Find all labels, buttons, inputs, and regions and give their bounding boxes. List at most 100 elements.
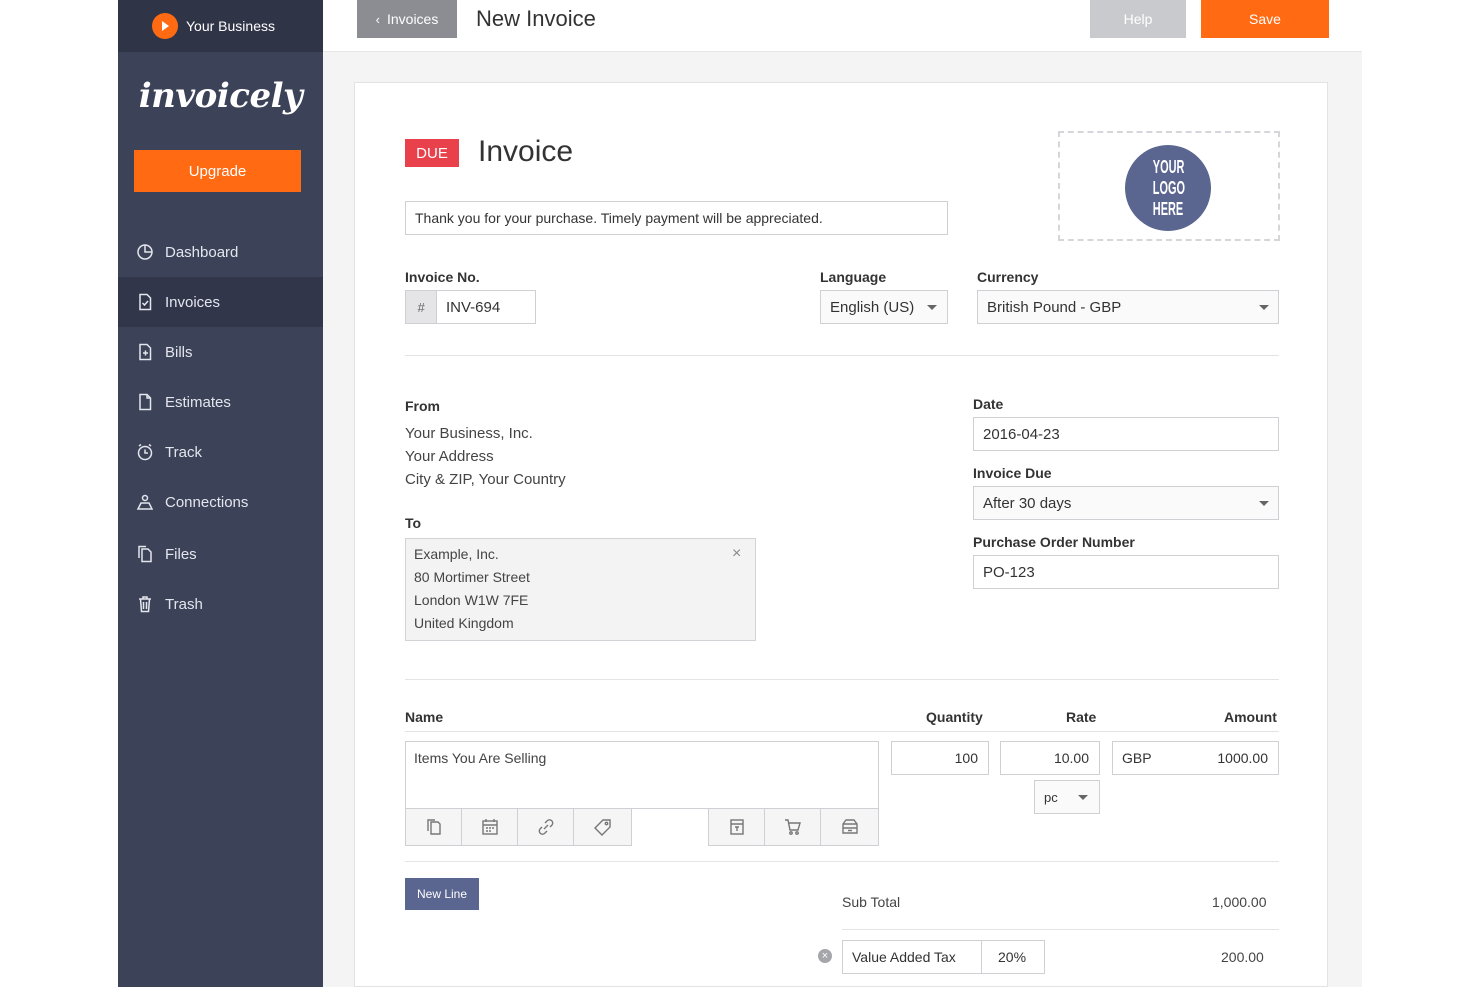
- save-button[interactable]: Save: [1201, 0, 1329, 38]
- language-label: Language: [820, 269, 887, 285]
- link-icon: [538, 819, 553, 835]
- bill-icon: [139, 343, 152, 361]
- files-icon: [138, 545, 152, 563]
- logo-upload-area[interactable]: YOUR LOGO HERE: [1058, 131, 1280, 241]
- sidebar-item-label: Bills: [165, 343, 193, 361]
- item-cart-button[interactable]: [764, 808, 821, 846]
- sidebar-item-connections[interactable]: Connections: [118, 477, 323, 527]
- top-bar: ‹ Invoices New Invoice Help Save: [323, 0, 1362, 52]
- from-line: City & ZIP, Your Country: [405, 471, 566, 488]
- item-tag-button[interactable]: [573, 808, 632, 846]
- trash-icon: [139, 596, 151, 613]
- brand-logo: invoicely: [138, 76, 303, 116]
- clock-icon: [137, 443, 153, 461]
- language-value: English (US): [830, 298, 915, 316]
- from-label: From: [405, 398, 440, 414]
- tax-amount-value: 200.00: [1221, 949, 1264, 965]
- from-line: Your Address: [405, 448, 494, 465]
- item-inventory-button[interactable]: [820, 808, 879, 846]
- sidebar-item-files[interactable]: Files: [118, 529, 323, 579]
- logo-placeholder-line: HERE: [1152, 198, 1184, 219]
- chevron-down-icon: [927, 305, 937, 310]
- sidebar-item-label: Dashboard: [165, 243, 239, 261]
- sidebar-item-track[interactable]: Track: [118, 427, 323, 477]
- sidebar-item-bills[interactable]: Bills: [118, 327, 323, 377]
- tax-rate-input[interactable]: 20%: [981, 940, 1045, 974]
- to-label: To: [405, 515, 422, 531]
- help-button[interactable]: Help: [1090, 0, 1186, 38]
- logo-placeholder: YOUR LOGO HERE: [1125, 145, 1211, 231]
- invoice-icon: [139, 293, 152, 311]
- to-line: Example, Inc.: [414, 546, 499, 562]
- currency-label: Currency: [977, 269, 1039, 285]
- chevron-down-icon: [1078, 795, 1088, 800]
- remove-tax-icon[interactable]: ×: [818, 949, 832, 963]
- app-window: Your Business invoicely Upgrade Dashboar…: [118, 0, 1362, 987]
- subtotal-label: Sub Total: [842, 894, 901, 910]
- archive-icon: [729, 819, 744, 835]
- client-address-box[interactable]: Example, Inc. 80 Mortimer Street London …: [405, 538, 756, 641]
- hash-prefix: #: [405, 290, 437, 324]
- cart-icon: [784, 819, 801, 835]
- sidebar-item-label: Track: [165, 443, 202, 461]
- tag-icon: [593, 819, 611, 836]
- item-archive-button[interactable]: [708, 808, 765, 846]
- rate-input[interactable]: 10.00: [1000, 741, 1100, 775]
- back-button-label: Invoices: [386, 11, 439, 27]
- item-copy-button[interactable]: [405, 808, 462, 846]
- divider: [405, 355, 1279, 356]
- date-input[interactable]: 2016-04-23: [973, 417, 1279, 451]
- item-link-button[interactable]: [517, 808, 574, 846]
- item-date-button[interactable]: [461, 808, 518, 846]
- business-switcher[interactable]: Your Business: [118, 0, 323, 52]
- logo-placeholder-line: LOGO: [1152, 177, 1186, 198]
- upgrade-button[interactable]: Upgrade: [134, 150, 301, 192]
- calendar-icon: [481, 819, 498, 835]
- business-logo-icon: [152, 13, 178, 39]
- chevron-down-icon: [1259, 501, 1269, 506]
- divider: [405, 861, 1279, 862]
- sidebar-item-trash[interactable]: Trash: [118, 579, 323, 629]
- new-line-button[interactable]: New Line: [405, 878, 479, 910]
- sidebar-item-invoices[interactable]: Invoices: [118, 277, 323, 327]
- to-line: 80 Mortimer Street: [414, 569, 530, 585]
- close-icon[interactable]: ×: [732, 545, 741, 563]
- sidebar: Your Business invoicely Upgrade Dashboar…: [118, 0, 323, 987]
- divider: [842, 929, 1279, 930]
- language-select[interactable]: English (US): [820, 290, 948, 324]
- unit-select[interactable]: pc: [1034, 780, 1100, 814]
- sidebar-item-label: Invoices: [165, 293, 221, 311]
- back-to-invoices-button[interactable]: ‹ Invoices: [357, 0, 457, 38]
- column-header-name: Name: [405, 709, 444, 725]
- amount-value: 1000.00: [1217, 750, 1268, 766]
- column-header-rate: Rate: [1066, 709, 1097, 725]
- date-label: Date: [973, 396, 1004, 412]
- invoice-due-select[interactable]: After 30 days: [973, 486, 1279, 520]
- invoice-note-input[interactable]: Thank you for your purchase. Timely paym…: [405, 201, 948, 235]
- subtotal-value: 1,000.00: [1212, 894, 1267, 910]
- invoice-heading: Invoice: [478, 135, 574, 168]
- inventory-icon: [841, 819, 858, 834]
- invoice-editor: DUE Invoice YOUR LOGO HERE Thank you for…: [354, 82, 1328, 987]
- status-badge: DUE: [405, 139, 459, 167]
- item-name-input[interactable]: Items You Are Selling: [405, 741, 879, 809]
- sidebar-item-label: Trash: [165, 595, 203, 613]
- chevron-down-icon: [1259, 305, 1269, 310]
- amount-field: GBP 1000.00: [1112, 741, 1279, 775]
- to-line: United Kingdom: [414, 615, 514, 631]
- invoice-no-input[interactable]: INV-694: [436, 290, 536, 324]
- currency-select[interactable]: British Pound - GBP: [977, 290, 1279, 324]
- sidebar-item-dashboard[interactable]: Dashboard: [118, 227, 323, 277]
- quantity-input[interactable]: 100: [891, 741, 989, 775]
- divider: [405, 679, 1279, 680]
- chevron-left-icon: ‹: [375, 11, 380, 27]
- sidebar-item-label: Estimates: [165, 393, 231, 411]
- copy-icon: [426, 819, 441, 835]
- invoice-no-label: Invoice No.: [405, 269, 480, 285]
- tax-name-input[interactable]: Value Added Tax: [842, 940, 982, 974]
- column-header-amount: Amount: [1224, 709, 1277, 725]
- from-line: Your Business, Inc.: [405, 425, 533, 442]
- po-input[interactable]: PO-123: [973, 555, 1279, 589]
- sidebar-item-estimates[interactable]: Estimates: [118, 377, 323, 427]
- column-header-quantity: Quantity: [926, 709, 983, 725]
